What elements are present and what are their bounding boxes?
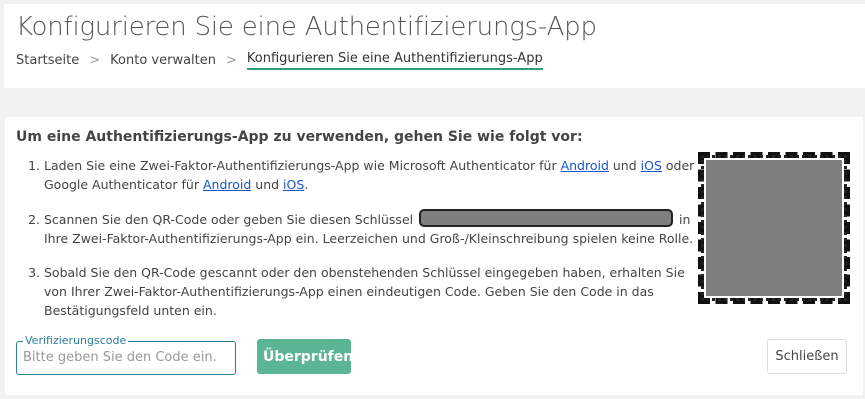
link-ms-authenticator-ios[interactable]: iOS [641,158,662,173]
qr-code [698,152,850,304]
step1-text: und [251,177,284,192]
step1-text: und [608,158,641,173]
breadcrumb-separator: > [89,53,101,68]
verification-code-field: Verifizierungscode [16,334,236,375]
link-ms-authenticator-android[interactable]: Android [561,158,609,173]
step1-text: . [304,177,309,192]
breadcrumb-home[interactable]: Startseite [16,53,79,68]
step2-text: Scannen Sie den QR-Code oder geben Sie d… [44,212,418,227]
page-header: Konfigurieren Sie eine Authentifizierung… [4,4,865,88]
close-button[interactable]: Schließen [767,339,847,374]
step-download-app: Laden Sie eine Zwei-Faktor-Authentifizie… [44,156,709,194]
breadcrumb-current: Konfigurieren Sie eine Authentifizierung… [246,51,543,70]
redacted-qr-code [706,160,842,296]
instruction-steps: Laden Sie eine Zwei-Faktor-Authentifizie… [16,156,709,335]
breadcrumb-separator: > [226,53,237,68]
step-enter-code: Sobald Sie den QR-Code gescannt oder den… [44,263,709,320]
breadcrumb: Startseite > Konto verwalten > Konfiguri… [16,51,543,70]
breadcrumb-account[interactable]: Konto verwalten [110,53,216,68]
link-google-authenticator-android[interactable]: Android [203,177,251,192]
page-title: Konfigurieren Sie eine Authentifizierung… [16,12,597,42]
step3-text: Sobald Sie den QR-Code gescannt oder den… [44,265,685,318]
redacted-secret-key [419,209,674,227]
instructions-intro: Um eine Authentifizierungs-App zu verwen… [16,129,583,145]
link-google-authenticator-ios[interactable]: iOS [283,177,304,192]
verify-button[interactable]: Überprüfen [257,339,353,374]
step1-text: Laden Sie eine Zwei-Faktor-Authentifizie… [44,158,561,173]
verification-code-input[interactable] [19,346,232,368]
setup-panel: Um eine Authentifizierungs-App zu verwen… [5,117,863,395]
step-scan-qr: Scannen Sie den QR-Code oder geben Sie d… [44,209,709,248]
